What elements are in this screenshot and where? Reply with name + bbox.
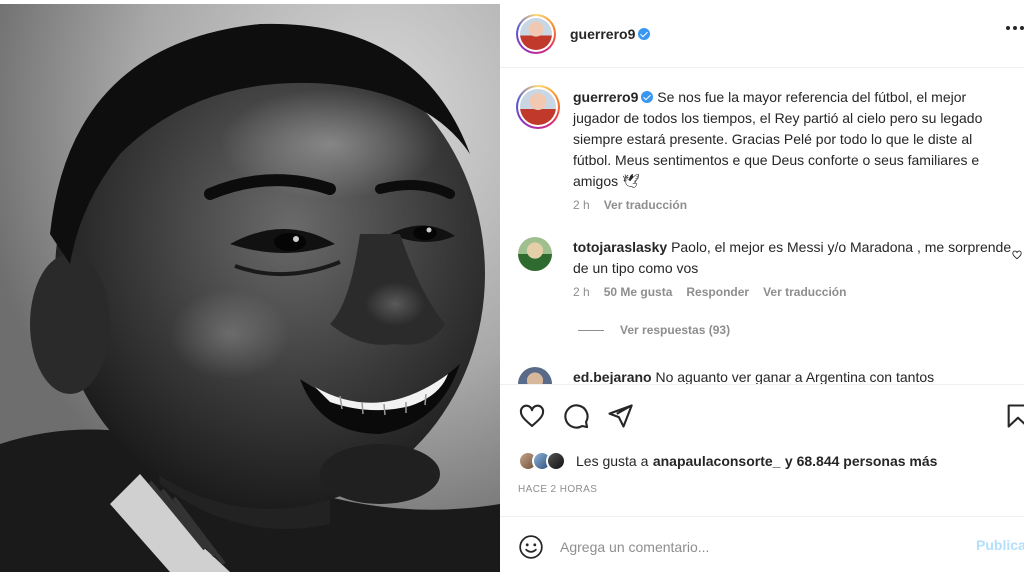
likes-count-link[interactable]: y 68.844 personas más	[785, 453, 938, 469]
post-details-pane: guerrero9 guerrero9 Se nos fue la mayor …	[500, 0, 1024, 576]
pele-portrait-image	[0, 4, 500, 572]
share-icon[interactable]	[606, 402, 634, 430]
liker-avatar	[546, 451, 566, 471]
post-time-ago[interactable]: HACE 2 HORAS	[518, 484, 597, 495]
caption-author-avatar[interactable]	[516, 85, 560, 129]
bookmark-icon[interactable]	[1004, 402, 1024, 430]
comment-like-heart-icon[interactable]	[1012, 247, 1022, 260]
post-image[interactable]	[0, 4, 500, 572]
publish-button[interactable]: Publicar	[976, 537, 1024, 553]
commenter-avatar[interactable]	[518, 237, 552, 271]
comments-list[interactable]: guerrero9 Se nos fue la mayor referencia…	[500, 69, 1024, 385]
comment-icon[interactable]	[562, 402, 590, 430]
add-comment-bar: Publicar	[500, 516, 1024, 576]
commenter-username[interactable]: totojaraslasky	[573, 239, 667, 255]
more-horizontal-icon[interactable]	[1006, 26, 1024, 30]
view-replies-button[interactable]: Ver respuestas (93)	[578, 323, 730, 337]
verified-badge-icon	[638, 28, 651, 40]
caption-username[interactable]: guerrero9	[573, 89, 638, 105]
caption-translate-link[interactable]: Ver traducción	[604, 198, 687, 212]
author-avatar[interactable]	[516, 14, 556, 54]
commenter-username[interactable]: ed.bejarano	[573, 369, 652, 384]
liker-avatars[interactable]	[518, 451, 566, 471]
replies-divider-line	[578, 329, 604, 331]
comment-time: 2 h	[573, 285, 590, 299]
likes-featured-user[interactable]: anapaulaconsorte_	[653, 453, 781, 469]
author-name-row: guerrero9	[570, 26, 651, 44]
post-photo-pane	[0, 0, 500, 576]
verified-badge-icon	[641, 91, 654, 103]
caption-time: 2 h	[573, 198, 590, 212]
likes-summary: Les gusta a anapaulaconsorte_ y 68.844 p…	[518, 448, 937, 474]
heart-icon[interactable]	[518, 402, 546, 430]
comment-input[interactable]	[560, 535, 960, 559]
post-header: guerrero9	[500, 0, 1024, 68]
comment-text: No aguanto ver ganar a Argentina con tan…	[655, 369, 935, 385]
likes-prefix: Les gusta a	[576, 453, 649, 469]
comment-reply-button[interactable]: Responder	[686, 285, 749, 299]
comment-translate-link[interactable]: Ver traducción	[763, 285, 846, 299]
view-replies-label: Ver respuestas (93)	[620, 323, 731, 337]
emoji-icon[interactable]	[518, 534, 544, 560]
commenter-avatar[interactable]	[518, 367, 552, 384]
author-username[interactable]: guerrero9	[570, 26, 635, 42]
comment-likes-count[interactable]: 50 Me gusta	[604, 285, 673, 299]
post-actions-bar	[500, 392, 1024, 440]
